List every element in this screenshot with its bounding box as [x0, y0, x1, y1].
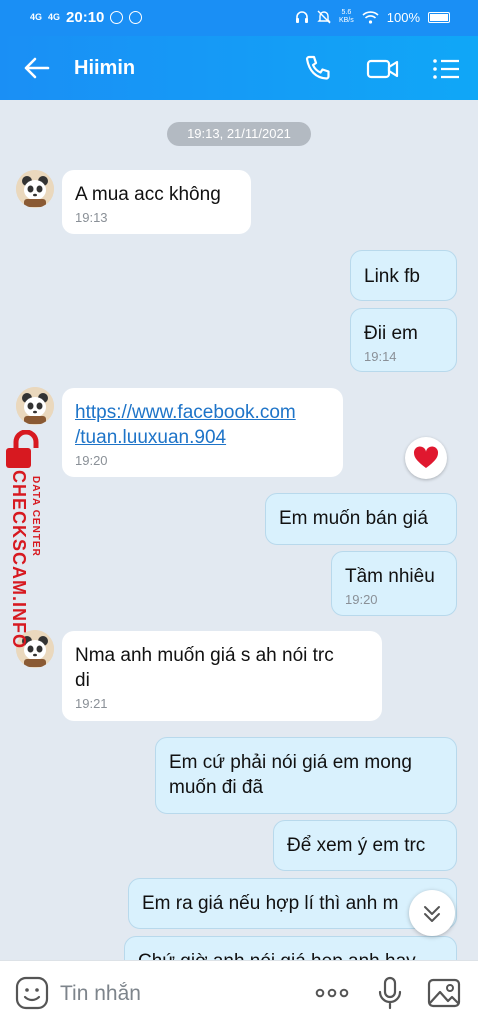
- net-speed: 5.6 KB/s: [338, 9, 354, 24]
- battery-percent: 100%: [386, 9, 420, 25]
- message-bubble-outgoing[interactable]: Chứ giờ anh nói giá hẹp anh hay: [124, 936, 457, 960]
- wifi-icon: [362, 10, 379, 24]
- panda-avatar-icon: [16, 170, 54, 208]
- more-options-icon[interactable]: [314, 975, 350, 1011]
- sticker-emoji-icon[interactable]: [14, 975, 50, 1011]
- message-bubble-outgoing[interactable]: Để xem ý em trc: [273, 820, 457, 871]
- message-time: 19:20: [345, 592, 378, 607]
- message-text: Chứ giờ anh nói giá hẹp anh hay: [138, 951, 416, 960]
- message-bubble-outgoing[interactable]: Link fb: [350, 250, 457, 301]
- scroll-to-bottom-button[interactable]: [409, 890, 455, 936]
- message-text: Đii em: [364, 323, 418, 344]
- image-gallery-icon[interactable]: [426, 975, 462, 1011]
- app-notification-icon: [110, 11, 124, 24]
- message-text: Để xem ý em trc: [287, 835, 426, 856]
- panda-avatar-icon: [16, 387, 54, 425]
- messenger-notification-icon: [129, 11, 143, 24]
- message-bubble-incoming[interactable]: Nma anh muốn giá s ah nói trc di 19:21: [62, 631, 382, 721]
- message-text: Nma anh muốn giá s ah nói trc di: [75, 645, 334, 691]
- date-separator: 19:13, 21/11/2021: [167, 122, 311, 146]
- facebook-link[interactable]: https://www.facebook.com/tuan.luuxuan.90…: [75, 402, 296, 448]
- message-input-bar: [0, 960, 478, 1024]
- message-time: 19:13: [75, 210, 108, 225]
- message-text: A mua acc không: [75, 184, 221, 205]
- message-bubble-outgoing[interactable]: Em ra giá nếu hợp lí thì anh m: [128, 878, 457, 929]
- mute-icon: [317, 10, 331, 24]
- microphone-icon[interactable]: [372, 975, 408, 1011]
- heart-reaction-icon[interactable]: [405, 437, 447, 479]
- message-text: Link fb: [364, 266, 420, 287]
- message-bubble-incoming[interactable]: A mua acc không 19:13: [62, 170, 251, 234]
- message-bubble-outgoing[interactable]: Tầm nhiêu 19:20: [331, 551, 457, 616]
- message-bubble-outgoing[interactable]: Đii em 19:14: [350, 308, 457, 372]
- phone-call-icon[interactable]: [302, 53, 334, 85]
- signal-2-label: 4G: [48, 12, 61, 22]
- double-chevron-down-icon: [424, 906, 440, 922]
- contact-name[interactable]: Hiimin: [74, 57, 135, 80]
- message-text: Em muốn bán giá: [279, 508, 428, 529]
- avatar[interactable]: [16, 387, 54, 425]
- message-time: 19:14: [364, 349, 397, 364]
- watermark-sub: DATA CENTER: [30, 476, 41, 557]
- menu-list-icon[interactable]: [430, 53, 462, 85]
- message-list[interactable]: 19:13, 21/11/2021 A mua acc không 19:13 …: [0, 100, 478, 960]
- battery-icon: [428, 11, 450, 23]
- message-time: 19:20: [75, 453, 108, 468]
- message-bubble-outgoing[interactable]: Em muốn bán giá: [265, 493, 457, 545]
- message-time: 19:21: [75, 696, 108, 711]
- message-text: Tầm nhiêu: [345, 566, 435, 587]
- message-text: Em cứ phải nói giá em mong muốn đi đã: [169, 752, 412, 798]
- chat-header: Hiimin: [0, 36, 478, 100]
- message-bubble-outgoing[interactable]: Em cứ phải nói giá em mong muốn đi đã: [155, 737, 457, 814]
- padlock-watermark-icon: [6, 430, 39, 468]
- message-bubble-incoming[interactable]: https://www.facebook.com/tuan.luuxuan.90…: [62, 388, 343, 477]
- video-call-icon[interactable]: [365, 53, 401, 85]
- watermark-brand: CHECKSCAM.INFO: [9, 470, 29, 649]
- status-time: 20:10: [66, 9, 105, 26]
- message-input[interactable]: [60, 979, 280, 1009]
- avatar[interactable]: [16, 170, 54, 208]
- message-text: Em ra giá nếu hợp lí thì anh m: [142, 893, 399, 914]
- status-bar: 4G 4G 20:10 5.6 KB/s 100%: [0, 0, 478, 36]
- back-arrow-icon[interactable]: [22, 54, 50, 82]
- signal-1-label: 4G: [30, 12, 43, 22]
- headphones-icon: [295, 11, 308, 23]
